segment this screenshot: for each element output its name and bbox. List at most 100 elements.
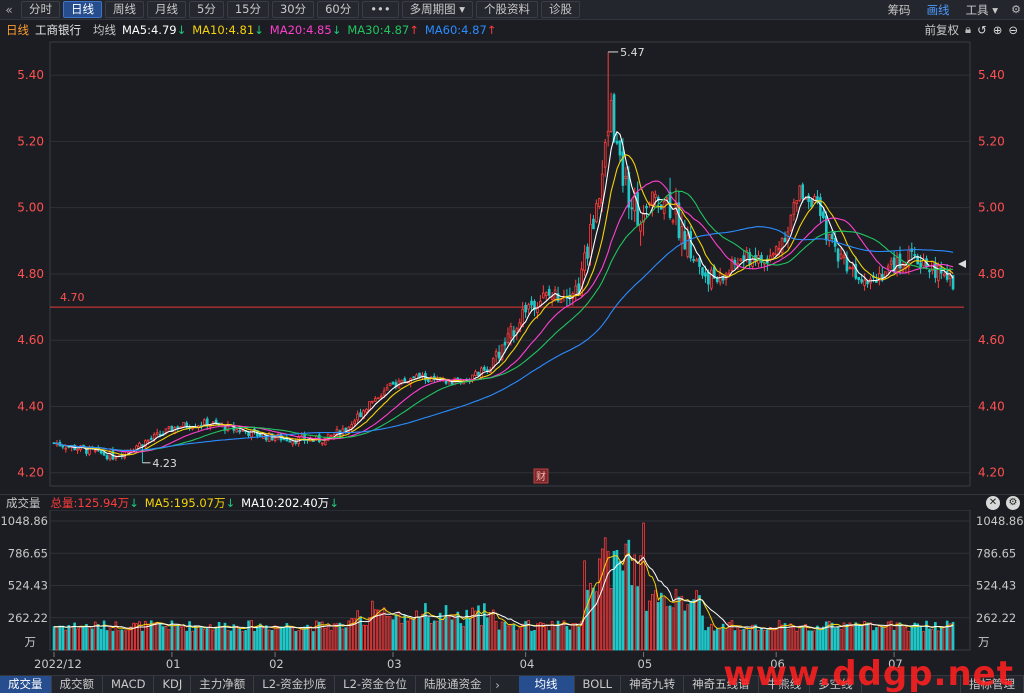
period-button-5min[interactable]: 5分 (189, 1, 224, 18)
volume-bar (547, 630, 551, 651)
candle-body (595, 203, 598, 223)
volume-bar (603, 537, 607, 651)
period-button-daily[interactable]: 日线 (63, 1, 102, 18)
volume-bar (123, 630, 127, 651)
draw-line-button[interactable]: 画线 (919, 2, 958, 18)
period-button-15min[interactable]: 15分 (226, 1, 269, 18)
chip-button[interactable]: 筹码 (880, 2, 919, 18)
tab-hk-connect[interactable]: 陆股通资金 (416, 676, 491, 693)
candle-body (886, 265, 890, 269)
tools-dropdown[interactable]: 工具 ▾ (958, 2, 1006, 18)
more-periods-button[interactable]: ••• (362, 1, 399, 18)
stock-info-button[interactable]: 个股资料 (476, 1, 539, 18)
candle-body (247, 432, 250, 436)
candle-body (704, 272, 707, 277)
volume-bar (403, 614, 407, 651)
candle-body (919, 262, 922, 268)
candle-body (777, 248, 781, 251)
volume-bar (462, 626, 466, 651)
tab-ma[interactable]: 均线 (518, 676, 575, 693)
period-button-weekly[interactable]: 周线 (105, 1, 144, 18)
lock-icon[interactable]: 🔒︎ (965, 22, 971, 37)
price-chart[interactable]: 5.40 5.40 5.20 5.20 5.00 5.00 4.80 4.80 4.60 4.60… (0, 38, 1024, 494)
tab-amount[interactable]: 成交额 (52, 676, 103, 693)
volume-bar (801, 625, 805, 651)
volume-bar (951, 621, 955, 651)
tab-l2-position[interactable]: L2-资金仓位 (335, 676, 417, 693)
volume-bar (73, 622, 76, 651)
volume-bar (220, 626, 224, 651)
period-button-monthly[interactable]: 月线 (147, 1, 186, 18)
candle-body (889, 260, 893, 265)
arrow-down-icon: ↓ (176, 22, 187, 37)
volume-bar (379, 612, 383, 651)
volume-bar (214, 627, 218, 651)
volume-bar (406, 620, 410, 651)
tab-l2-bottom[interactable]: L2-资金抄底 (254, 676, 336, 693)
arrow-up-icon: ↑ (409, 22, 419, 37)
volume-bar (712, 630, 716, 651)
candle-body (801, 184, 805, 200)
settings-gear-icon[interactable]: ⚙ (1006, 496, 1020, 510)
tab-main-net[interactable]: 主力净额 (191, 676, 255, 693)
tabs-more-button[interactable]: › (491, 678, 505, 692)
volume-bar (701, 615, 704, 651)
adjust-dropdown[interactable]: 前复权 (924, 22, 959, 38)
candle-body (898, 253, 902, 269)
ma20-text: MA20:4.85 (269, 22, 332, 37)
avg-line-label[interactable]: 均线 (93, 22, 116, 38)
volume-tick-label-right: 524.43 (976, 579, 1016, 593)
multi-period-dropdown[interactable]: 多周期图 ▾ (401, 1, 474, 18)
tab-volume[interactable]: 成交量 (0, 676, 52, 693)
volume-bar (344, 627, 348, 651)
volume-bar (910, 625, 914, 651)
volume-bar (542, 622, 545, 651)
period-button-60min[interactable]: 60分 (317, 1, 360, 18)
volume-bar (704, 630, 707, 651)
volume-bar (710, 623, 713, 651)
undo-icon[interactable]: ↺ (977, 23, 987, 37)
ma5-line (53, 130, 954, 458)
candle-body (612, 94, 616, 142)
volume-bar (173, 623, 177, 651)
tab-macd[interactable]: MACD (103, 676, 155, 693)
tab-kdj[interactable]: KDJ (154, 676, 192, 693)
watermark-text: www.ddgp.net (723, 654, 1014, 693)
candle-body (382, 390, 386, 396)
diagnose-button[interactable]: 诊股 (541, 1, 581, 18)
settings-gear-icon[interactable]: ⚙ (1008, 2, 1024, 18)
period-button-30min[interactable]: 30分 (271, 1, 315, 18)
close-icon[interactable]: ✕ (986, 496, 1000, 510)
ma60-value: MA60:4.87↑ (425, 23, 497, 37)
volume-bar (677, 596, 681, 651)
volume-bar (645, 610, 648, 651)
candle-body (530, 300, 533, 306)
tab-magic-nine[interactable]: 神奇九转 (621, 676, 685, 693)
candle-body (350, 424, 354, 429)
candle-body (344, 427, 348, 431)
zoom-out-icon[interactable]: ⊖ (1008, 23, 1018, 37)
period-button-intraday[interactable]: 分时 (21, 1, 60, 18)
volume-bar (621, 570, 625, 651)
candle-body (356, 413, 359, 421)
candle-body (506, 333, 510, 343)
volume-bar (754, 624, 757, 651)
price-plot-frame (49, 41, 971, 487)
volume-chart[interactable]: 1048.86 1048.86 786.65 786.65 524.43 524.43 26… (0, 510, 1024, 652)
volume-bar (595, 591, 598, 651)
volume-bar (432, 620, 436, 651)
arrow-up-icon: ↑ (486, 22, 497, 37)
volume-bar (600, 548, 604, 651)
price-tick-label-right: 4.20 (978, 466, 1005, 480)
zoom-in-icon[interactable]: ⊕ (993, 23, 1003, 37)
volume-bar (665, 606, 669, 651)
candle-body (845, 257, 849, 272)
volume-bar (297, 630, 300, 651)
volume-title: 成交量 (6, 496, 41, 510)
volume-bar (52, 626, 56, 651)
tab-boll[interactable]: BOLL (575, 676, 622, 693)
chevron-left-icon[interactable]: « (0, 3, 18, 17)
candle-body (639, 223, 642, 232)
volume-bar (279, 626, 283, 651)
volume-bar (332, 623, 336, 651)
